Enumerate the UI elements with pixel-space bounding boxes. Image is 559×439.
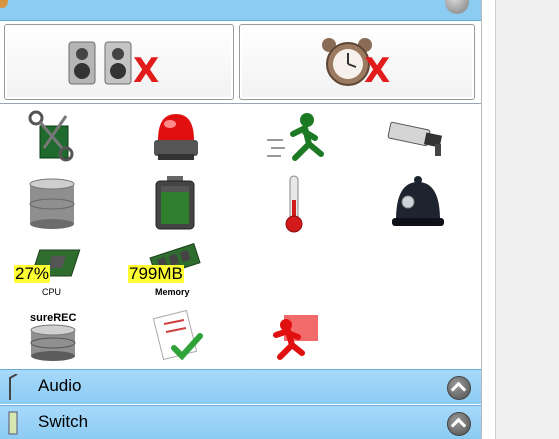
alarm-light-icon[interactable] <box>150 110 202 166</box>
chevron-up-icon[interactable] <box>447 412 471 436</box>
speakers-icon <box>68 41 132 85</box>
section-title-audio: Audio <box>38 376 82 395</box>
checklist-icon[interactable] <box>150 308 206 364</box>
cctv-camera-icon[interactable] <box>385 118 449 158</box>
audio-section-icon <box>9 374 18 400</box>
disabled-x-icon: X <box>364 51 391 91</box>
memory-label: Memory <box>155 287 190 297</box>
surerec-label: sureREC <box>30 312 77 324</box>
memory-usage-value: 799MB <box>128 264 184 283</box>
speakers-mute-button[interactable]: X <box>4 24 234 100</box>
battery-icon[interactable] <box>152 176 198 232</box>
running-man-icon[interactable] <box>265 110 327 166</box>
section-audio[interactable]: Audio <box>0 369 481 404</box>
section-switch[interactable]: Switch <box>0 405 481 439</box>
collapse-toggle-icon[interactable] <box>445 0 469 14</box>
disabled-x-icon: X <box>133 51 160 91</box>
emergency-exit-icon[interactable] <box>270 313 322 361</box>
database-icon[interactable] <box>27 178 77 230</box>
collapsed-section-header[interactable] <box>0 0 481 21</box>
divider <box>0 103 481 104</box>
control-panel: X X 27% CPU 799MB Memory sureREC Audio S… <box>0 0 482 439</box>
chevron-up-icon[interactable] <box>447 376 471 400</box>
cut-snapshot-icon[interactable] <box>26 108 82 164</box>
right-pane <box>495 0 559 439</box>
cpu-usage-value: 27% <box>14 264 51 283</box>
section-title-switch: Switch <box>38 412 89 431</box>
alarm-off-button[interactable]: X <box>239 24 475 100</box>
police-helmet-icon[interactable] <box>392 176 444 230</box>
thermometer-icon[interactable] <box>282 174 306 234</box>
switch-section-icon <box>8 411 18 435</box>
cpu-label: CPU <box>42 287 62 297</box>
section-icon <box>0 0 8 8</box>
splitter-gap <box>482 0 495 439</box>
